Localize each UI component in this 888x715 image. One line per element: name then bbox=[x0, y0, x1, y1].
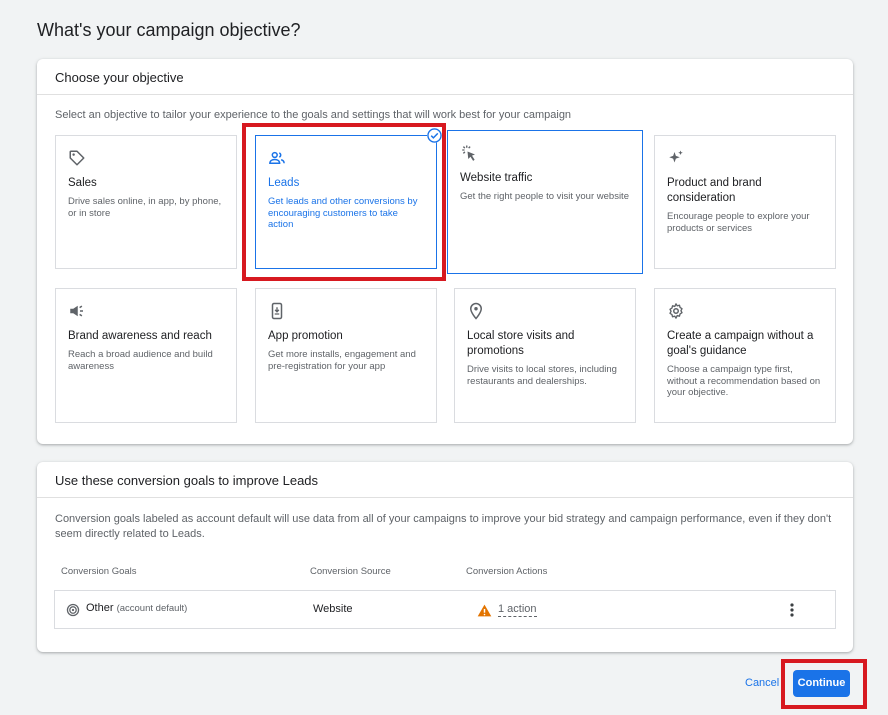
objective-tile-no-goal[interactable]: Create a campaign without a goal's guida… bbox=[654, 288, 836, 423]
tile-desc: Get the right people to visit your websi… bbox=[460, 191, 629, 202]
objective-intro: Select an objective to tailor your exper… bbox=[55, 109, 572, 121]
goal-name-text: Other bbox=[86, 602, 114, 614]
col-header-goals: Conversion Goals bbox=[61, 566, 137, 577]
location-pin-icon bbox=[469, 302, 483, 320]
goal-actions-link[interactable]: 1 action bbox=[498, 603, 537, 617]
col-header-source: Conversion Source bbox=[310, 566, 391, 577]
leads-highlight-box bbox=[242, 123, 446, 281]
col-header-actions: Conversion Actions bbox=[466, 566, 548, 577]
warning-icon bbox=[477, 604, 492, 617]
sparkle-icon bbox=[669, 150, 683, 163]
tile-desc: Get more installs, engagement and pre-re… bbox=[268, 349, 416, 372]
page-title: What's your campaign objective? bbox=[37, 20, 301, 40]
more-vert-icon[interactable] bbox=[785, 602, 799, 618]
tile-title: Sales bbox=[68, 177, 97, 189]
continue-highlight-box bbox=[781, 659, 867, 709]
tile-desc: Drive sales online, in app, by phone, or… bbox=[68, 196, 222, 219]
phone-download-icon bbox=[271, 302, 283, 320]
tile-desc: Drive visits to local stores, including … bbox=[467, 364, 617, 387]
objective-card-header: Choose your objective bbox=[37, 59, 853, 95]
tile-title: Brand awareness and reach bbox=[68, 330, 212, 342]
conversion-goals-header: Use these conversion goals to improve Le… bbox=[37, 462, 853, 498]
tile-title: Website traffic bbox=[460, 172, 533, 184]
tile-desc: Encourage people to explore your product… bbox=[667, 211, 810, 234]
objective-tile-brand-awareness[interactable]: Brand awareness and reach Reach a broad … bbox=[55, 288, 237, 423]
target-icon bbox=[66, 603, 80, 617]
goal-name: Other (account default) bbox=[86, 602, 187, 614]
cancel-button[interactable]: Cancel bbox=[745, 677, 779, 689]
tile-title: App promotion bbox=[268, 330, 343, 342]
cursor-click-icon bbox=[462, 145, 475, 161]
gear-icon bbox=[669, 303, 683, 319]
tile-title: Product and brand consideration bbox=[667, 177, 762, 204]
objective-tile-sales[interactable]: Sales Drive sales online, in app, by pho… bbox=[55, 135, 237, 269]
tile-desc: Reach a broad audience and build awarene… bbox=[68, 349, 213, 372]
goal-default-tag: (account default) bbox=[116, 603, 188, 614]
objective-tile-product-brand[interactable]: Product and brand consideration Encourag… bbox=[654, 135, 836, 269]
conversion-goal-row: Other (account default) Website 1 action bbox=[54, 590, 836, 629]
objective-tile-website-traffic[interactable]: Website traffic Get the right people to … bbox=[447, 130, 643, 274]
tile-desc: Choose a campaign type first, without a … bbox=[667, 364, 821, 398]
tile-title: Create a campaign without a goal's guida… bbox=[667, 330, 814, 357]
conversion-goals-card: Use these conversion goals to improve Le… bbox=[37, 462, 853, 652]
objective-tile-app-promotion[interactable]: App promotion Get more installs, engagem… bbox=[255, 288, 437, 423]
goal-source: Website bbox=[313, 603, 353, 615]
conversion-goals-desc: Conversion goals labeled as account defa… bbox=[55, 513, 832, 540]
tag-icon bbox=[69, 150, 85, 166]
objective-tile-local-store[interactable]: Local store visits and promotions Drive … bbox=[454, 288, 636, 423]
tile-title: Local store visits and promotions bbox=[467, 330, 575, 357]
megaphone-icon bbox=[70, 305, 83, 317]
